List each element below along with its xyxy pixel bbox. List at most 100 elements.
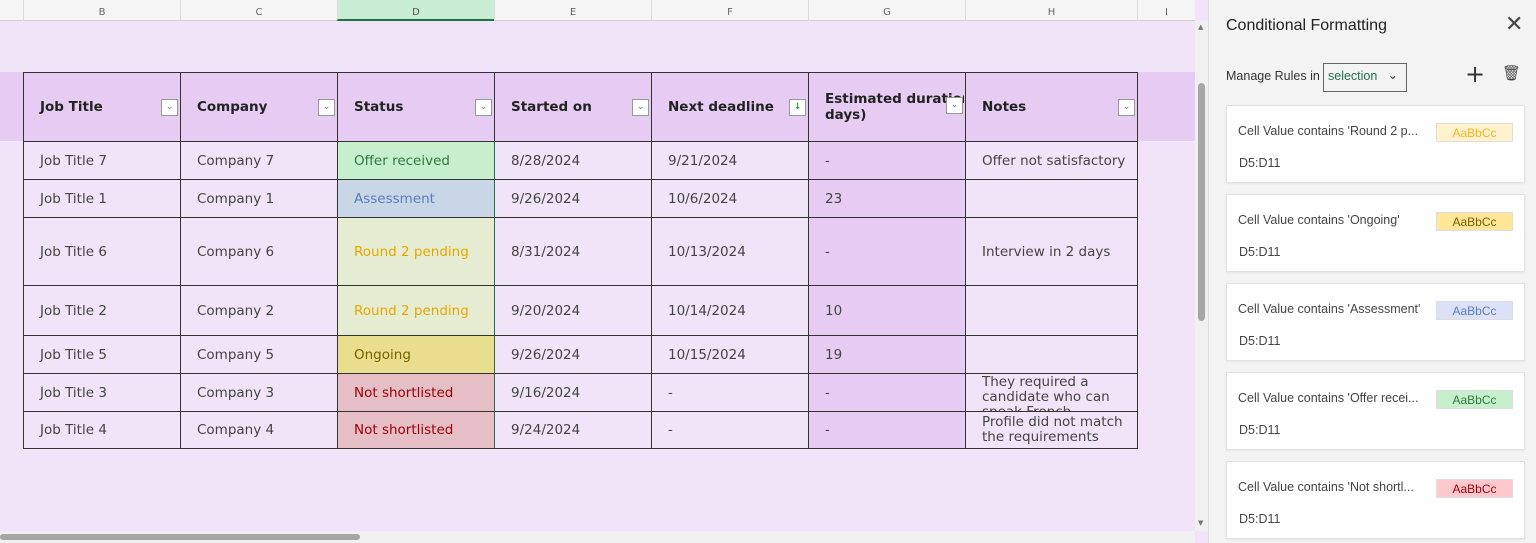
cell-job[interactable]: Job Title 5: [23, 335, 181, 374]
column-header-D[interactable]: D: [337, 0, 494, 21]
cell-notes[interactable]: [965, 179, 1138, 218]
cell-notes[interactable]: They required a candidate who can speak …: [965, 373, 1138, 412]
cell-started[interactable]: 9/24/2024: [494, 411, 652, 449]
sort-ascending-icon[interactable]: ↓: [789, 99, 806, 116]
cell-job[interactable]: Job Title 3: [23, 373, 181, 412]
cell-deadline[interactable]: 10/14/2024: [651, 285, 809, 336]
vertical-scrollbar[interactable]: ▲ ▼: [1195, 21, 1208, 531]
cell-job[interactable]: Job Title 1: [23, 179, 181, 218]
cell-started[interactable]: 9/26/2024: [494, 335, 652, 374]
cell-notes[interactable]: Profile did not match the requirements: [965, 411, 1138, 449]
rule-card[interactable]: Cell Value contains 'Not shortl... AaBbCc…: [1226, 461, 1525, 539]
filter-dropdown-icon[interactable]: ⌄: [475, 99, 492, 116]
cell-status[interactable]: Ongoing: [337, 335, 495, 374]
cell-status[interactable]: Offer received: [337, 141, 495, 180]
spreadsheet-grid[interactable]: BCDEFGHI Job Title ⌄ Company ⌄ Status ⌄ Sta…: [0, 0, 1208, 543]
filter-dropdown-icon[interactable]: ⌄: [632, 99, 649, 116]
cell-status[interactable]: Not shortlisted: [337, 411, 495, 449]
cell-deadline[interactable]: 10/13/2024: [651, 217, 809, 286]
cell-deadline[interactable]: -: [651, 373, 809, 412]
cell-status[interactable]: Not shortlisted: [337, 373, 495, 412]
add-rule-icon[interactable]: +: [1465, 60, 1485, 88]
column-header-H[interactable]: H: [965, 0, 1137, 21]
column-header-E[interactable]: E: [494, 0, 651, 21]
column-header-C[interactable]: C: [180, 0, 337, 21]
cell-status[interactable]: Round 2 pending: [337, 285, 495, 336]
rule-range: D5:D11: [1239, 334, 1281, 348]
scroll-down-icon[interactable]: ▼: [1198, 519, 1203, 527]
vertical-scroll-thumb[interactable]: [1198, 83, 1205, 321]
rule-range: D5:D11: [1239, 512, 1281, 526]
cell-company[interactable]: Company 7: [180, 141, 338, 180]
cell-deadline[interactable]: 9/21/2024: [651, 141, 809, 180]
column-header-G[interactable]: G: [808, 0, 965, 21]
table-row: Job Title 2 Company 2 Round 2 pending 9/20/…: [23, 285, 1138, 336]
header-next-deadline: Next deadline ↓: [651, 72, 809, 142]
rule-format-preview: AaBbCc: [1436, 479, 1513, 498]
cell-notes[interactable]: [965, 285, 1138, 336]
cell-job[interactable]: Job Title 2: [23, 285, 181, 336]
cell-deadline[interactable]: 10/15/2024: [651, 335, 809, 374]
cell-company[interactable]: Company 1: [180, 179, 338, 218]
cell-duration[interactable]: 23: [808, 179, 966, 218]
header-estimated-duration: Estimated duration (in days)⌄: [808, 72, 966, 142]
header-company: Company ⌄: [180, 72, 338, 142]
rule-card[interactable]: Cell Value contains 'Offer recei... AaBbC…: [1226, 372, 1525, 450]
table-row: Job Title 7 Company 7 Offer received 8/28/2…: [23, 141, 1138, 180]
rule-range: D5:D11: [1239, 245, 1281, 259]
cell-notes[interactable]: Offer not satisfactory: [965, 141, 1138, 180]
cell-started[interactable]: 9/20/2024: [494, 285, 652, 336]
column-header-B[interactable]: B: [23, 0, 180, 21]
rule-card[interactable]: Cell Value contains 'Round 2 p... AaBbCc D…: [1226, 105, 1525, 183]
cell-started[interactable]: 8/28/2024: [494, 141, 652, 180]
cell-company[interactable]: Company 5: [180, 335, 338, 374]
job-table: Job Title ⌄ Company ⌄ Status ⌄ Started on ⌄ …: [23, 72, 1138, 449]
close-icon[interactable]: ✕: [1505, 12, 1523, 37]
cell-notes[interactable]: Interview in 2 days: [965, 217, 1138, 286]
rule-description: Cell Value contains 'Not shortl...: [1238, 480, 1414, 494]
horizontal-scrollbar[interactable]: [0, 531, 1195, 543]
filter-dropdown-icon[interactable]: ⌄: [946, 97, 963, 114]
filter-dropdown-icon[interactable]: ⌄: [318, 99, 335, 116]
manage-rules-label: Manage Rules in: [1226, 69, 1320, 83]
cell-job[interactable]: Job Title 7: [23, 141, 181, 180]
cell-duration[interactable]: -: [808, 141, 966, 180]
cell-deadline[interactable]: -: [651, 411, 809, 449]
panel-title: Conditional Formatting: [1226, 17, 1387, 34]
cell-duration[interactable]: -: [808, 217, 966, 286]
column-header-F[interactable]: F: [651, 0, 808, 21]
horizontal-scroll-thumb[interactable]: [0, 534, 360, 540]
cell-duration[interactable]: -: [808, 411, 966, 449]
scroll-up-icon[interactable]: ▲: [1198, 23, 1203, 31]
cell-company[interactable]: Company 4: [180, 411, 338, 449]
table-row: Job Title 3 Company 3 Not shortlisted 9/16/…: [23, 373, 1138, 412]
cell-duration[interactable]: 19: [808, 335, 966, 374]
filter-dropdown-icon[interactable]: ⌄: [1118, 99, 1135, 116]
cell-started[interactable]: 9/26/2024: [494, 179, 652, 218]
rule-card[interactable]: Cell Value contains 'Assessment' AaBbCc D5…: [1226, 283, 1525, 361]
cell-company[interactable]: Company 2: [180, 285, 338, 336]
column-header-I[interactable]: I: [1137, 0, 1195, 21]
cell-company[interactable]: Company 3: [180, 373, 338, 412]
conditional-formatting-panel: Conditional Formatting ✕ Manage Rules in…: [1208, 0, 1536, 543]
cell-duration[interactable]: -: [808, 373, 966, 412]
cell-status[interactable]: Round 2 pending: [337, 217, 495, 286]
cell-started[interactable]: 8/31/2024: [494, 217, 652, 286]
cell-company[interactable]: Company 6: [180, 217, 338, 286]
trash-icon[interactable]: 🗑: [1502, 64, 1521, 82]
cell-job[interactable]: Job Title 4: [23, 411, 181, 449]
cell-status[interactable]: Assessment: [337, 179, 495, 218]
manage-rules-select[interactable]: selection ⌄: [1323, 63, 1407, 92]
cell-duration[interactable]: 10: [808, 285, 966, 336]
cell-started[interactable]: 9/16/2024: [494, 373, 652, 412]
cell-notes[interactable]: [965, 335, 1138, 374]
cell-deadline[interactable]: 10/6/2024: [651, 179, 809, 218]
header-started-on: Started on ⌄: [494, 72, 652, 142]
rule-format-preview: AaBbCc: [1436, 123, 1513, 142]
rule-format-preview: AaBbCc: [1436, 301, 1513, 320]
rule-card[interactable]: Cell Value contains 'Ongoing' AaBbCc D5:D1…: [1226, 194, 1525, 272]
filter-dropdown-icon[interactable]: ⌄: [161, 99, 178, 116]
cell-job[interactable]: Job Title 6: [23, 217, 181, 286]
rule-range: D5:D11: [1239, 156, 1281, 170]
table-row: Job Title 6 Company 6 Round 2 pending 8/31/…: [23, 217, 1138, 286]
